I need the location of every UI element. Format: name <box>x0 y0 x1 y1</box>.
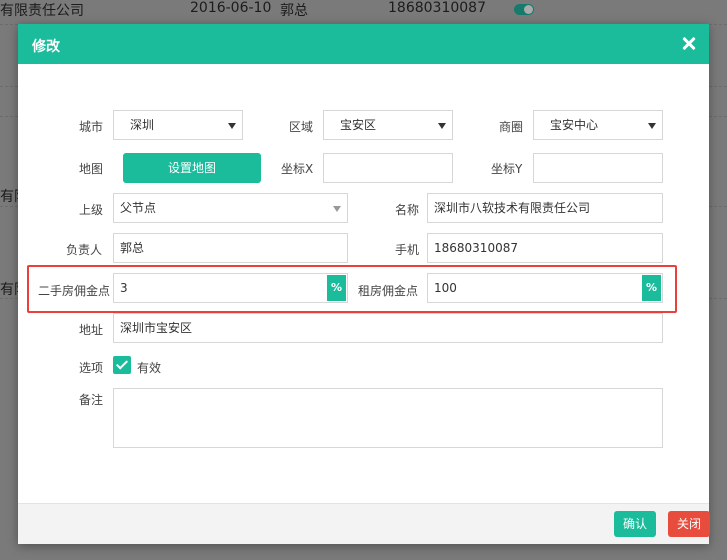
coord-x-label: 坐标X <box>281 162 314 176</box>
name-label: 名称 <box>395 203 420 217</box>
manager-label: 负责人 <box>66 243 103 257</box>
percent-addon: % <box>642 275 661 301</box>
close-button[interactable]: 关闭 <box>668 511 710 537</box>
city-select[interactable]: 深圳 <box>113 110 243 140</box>
bg-person: 郭总 <box>280 3 308 19</box>
district-label: 区域 <box>289 120 314 134</box>
bg-date: 2016-06-10 <box>190 0 272 16</box>
parent-value: 父节点 <box>120 201 157 215</box>
business-area-label: 商圈 <box>499 120 524 134</box>
remark-label: 备注 <box>79 393 104 407</box>
secondhand-commission-input[interactable]: 3 % <box>113 273 348 303</box>
modal-header: 修改 <box>18 24 709 64</box>
confirm-button[interactable]: 确认 <box>614 511 656 537</box>
options-label: 选项 <box>79 361 104 375</box>
manager-input[interactable]: 郭总 <box>113 233 348 263</box>
address-label: 地址 <box>79 323 104 337</box>
business-area-select[interactable]: 宝安中心 <box>533 110 663 140</box>
percent-addon: % <box>327 275 346 301</box>
phone-input[interactable]: 18680310087 <box>427 233 663 263</box>
chevron-down-icon <box>228 123 236 129</box>
secondhand-commission-label: 二手房佣金点 <box>38 284 111 298</box>
chevron-down-icon <box>438 123 446 129</box>
edit-modal: 修改 城市 深圳 区域 宝安区 商圈 宝安中心 地图 设置地图 坐标X 坐标Y … <box>18 24 710 544</box>
modal-footer: 确认 关闭 <box>18 503 710 544</box>
rental-commission-value: 100 <box>434 281 457 295</box>
chevron-down-icon <box>333 206 341 212</box>
secondhand-commission-value: 3 <box>120 281 128 295</box>
rental-commission-label: 租房佣金点 <box>358 284 419 298</box>
coord-y-input[interactable] <box>533 153 663 183</box>
rental-commission-input[interactable]: 100 % <box>427 273 663 303</box>
bg-toggle-switch <box>514 4 534 15</box>
phone-label: 手机 <box>395 243 420 257</box>
parent-select[interactable]: 父节点 <box>113 193 348 223</box>
close-icon[interactable] <box>677 32 701 56</box>
business-area-value: 宝安中心 <box>550 118 599 132</box>
valid-checkbox[interactable] <box>113 356 131 374</box>
valid-checkbox-label: 有效 <box>137 361 162 375</box>
bg-company: 有限责任公司 <box>0 3 84 19</box>
name-input[interactable]: 深圳市八软技术有限责任公司 <box>427 193 663 223</box>
set-map-button[interactable]: 设置地图 <box>123 153 261 183</box>
address-input[interactable]: 深圳市宝安区 <box>113 313 663 343</box>
city-label: 城市 <box>79 120 104 134</box>
city-value: 深圳 <box>130 118 155 132</box>
bg-phone: 18680310087 <box>388 0 486 16</box>
modal-title: 修改 <box>32 39 60 55</box>
coord-y-label: 坐标Y <box>491 162 523 176</box>
chevron-down-icon <box>648 123 656 129</box>
district-select[interactable]: 宝安区 <box>323 110 453 140</box>
coord-x-input[interactable] <box>323 153 453 183</box>
remark-textarea[interactable] <box>113 388 663 448</box>
district-value: 宝安区 <box>340 118 377 132</box>
map-label: 地图 <box>79 162 104 176</box>
parent-label: 上级 <box>79 203 104 217</box>
